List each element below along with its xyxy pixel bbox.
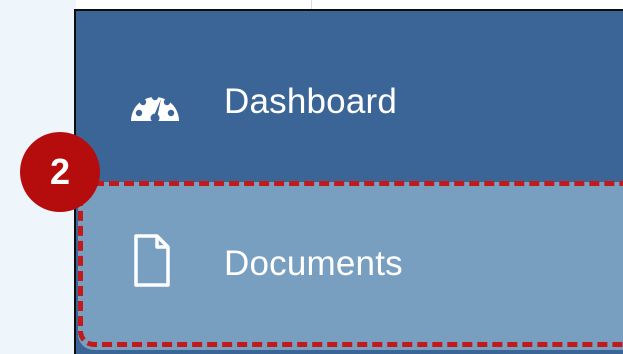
screenshot-stage: Dashboard Documents 2 (0, 0, 623, 354)
sidebar-item-label-dashboard: Dashboard (224, 82, 398, 121)
document-icon (134, 234, 170, 287)
top-bar-divider (311, 0, 312, 9)
dashboard-gauge-icon (131, 93, 179, 123)
top-bar (76, 0, 623, 9)
sidebar-item-documents[interactable]: Documents (78, 182, 623, 350)
sidebar-item-label-documents: Documents (224, 244, 403, 283)
sidebar-item-dashboard[interactable]: Dashboard (76, 11, 623, 181)
step-number-badge: 2 (20, 132, 100, 212)
